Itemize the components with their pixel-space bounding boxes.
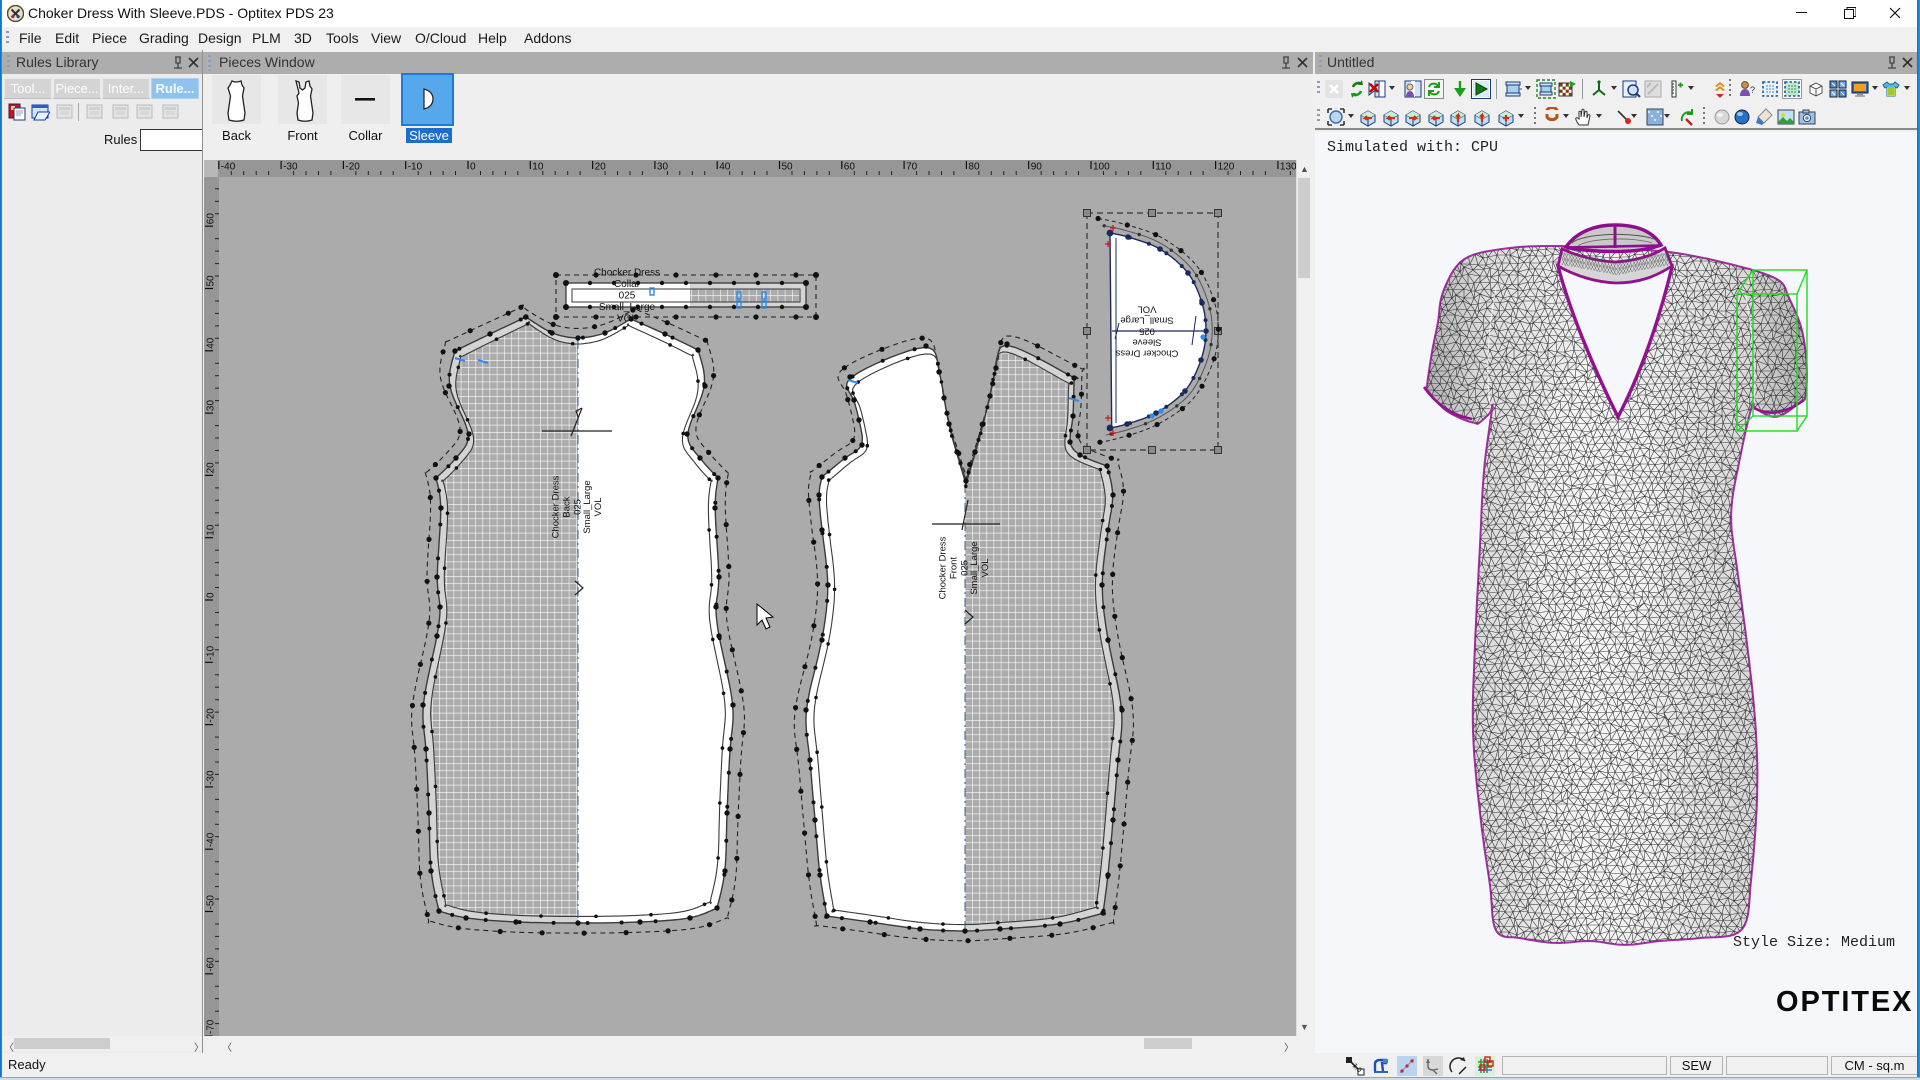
svg-text:80: 80 <box>968 162 980 173</box>
svg-text:VOL: VOL <box>980 558 991 577</box>
svg-text:-40: -40 <box>221 162 236 173</box>
svg-text:Back: Back <box>561 496 572 517</box>
svg-text:20: 20 <box>206 462 217 474</box>
svg-text:20: 20 <box>595 162 607 173</box>
svg-text:50: 50 <box>206 275 217 287</box>
svg-text:110: 110 <box>1155 162 1171 173</box>
svg-text:-10: -10 <box>206 645 217 660</box>
svg-text:120: 120 <box>1218 162 1235 173</box>
svg-text:10: 10 <box>206 524 217 536</box>
svg-text:Small_Large: Small_Large <box>1120 315 1173 326</box>
svg-text:30: 30 <box>206 400 217 412</box>
svg-text:100: 100 <box>1093 162 1110 173</box>
svg-text:-10: -10 <box>408 162 423 173</box>
svg-text:Chocker Dress: Chocker Dress <box>550 475 561 538</box>
svg-text:30: 30 <box>657 162 669 173</box>
svg-text:?: ? <box>1750 85 1755 95</box>
svg-text:025: 025 <box>1139 326 1155 337</box>
svg-text:70: 70 <box>906 162 918 173</box>
svg-text:-50: -50 <box>206 895 217 910</box>
svg-text:-30: -30 <box>206 770 217 785</box>
svg-text:-60: -60 <box>206 957 217 972</box>
svg-text:Small_Large: Small_Large <box>599 302 656 313</box>
svg-text:Front: Front <box>948 557 959 580</box>
svg-text:0: 0 <box>206 592 217 598</box>
svg-text:Small_Large: Small_Large <box>582 480 593 533</box>
svg-text:Chocker Dress: Chocker Dress <box>594 268 660 279</box>
svg-text:130: 130 <box>1280 162 1296 173</box>
svg-text:60: 60 <box>206 213 217 225</box>
svg-text:VOL: VOL <box>1137 304 1156 315</box>
svg-text:Small_Large: Small_Large <box>969 541 980 594</box>
svg-text:025: 025 <box>619 291 636 302</box>
svg-text:VOL: VOL <box>593 497 604 516</box>
svg-text:-40: -40 <box>206 832 217 847</box>
svg-text:-70: -70 <box>206 1019 217 1034</box>
svg-text:40: 40 <box>206 337 217 349</box>
svg-text:60: 60 <box>844 162 856 173</box>
svg-text:Sleeve: Sleeve <box>1132 337 1161 348</box>
svg-text:0: 0 <box>470 162 476 173</box>
svg-text:50: 50 <box>782 162 794 173</box>
svg-text:10: 10 <box>532 162 544 173</box>
svg-text:Collar: Collar <box>614 279 641 290</box>
svg-text:-20: -20 <box>206 708 217 723</box>
svg-text:90: 90 <box>1031 162 1043 173</box>
svg-text:40: 40 <box>719 162 731 173</box>
svg-text:-20: -20 <box>345 162 360 173</box>
svg-text:Chocker Dress: Chocker Dress <box>1115 348 1178 359</box>
svg-text:Chocker Dress: Chocker Dress <box>937 536 948 599</box>
svg-text:-30: -30 <box>283 162 298 173</box>
